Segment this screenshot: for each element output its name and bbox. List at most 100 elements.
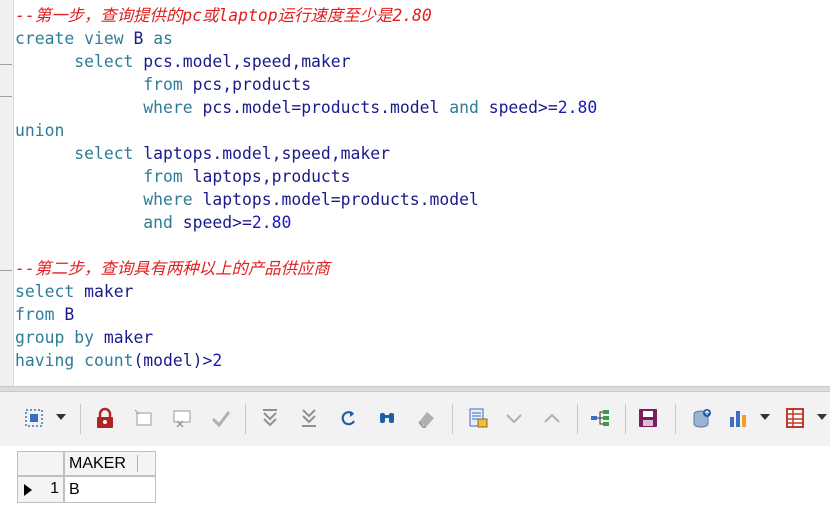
code-token: 2.80 [251,213,292,232]
code-token: pcs.model,speed,maker [133,52,351,71]
code-keyword: and [143,213,173,232]
code-line[interactable]: having count(model)>2 [15,349,597,372]
chevron-down-icon[interactable] [817,414,827,420]
sql-editor[interactable]: --第一步，查询提供的pc或laptop运行速度至少是2.80 create vi… [0,0,830,386]
code-keyword: from [143,75,183,94]
code-token: laptops.model,speed,maker [133,144,391,163]
current-row-icon [24,484,32,496]
fold-marker [0,64,12,65]
toolbar-separator [577,404,578,434]
clear-icon[interactable] [414,406,438,430]
code-line[interactable]: select maker [15,280,597,303]
code-comment: --第一步，查询提供的pc或laptop运行速度至少是2.80 [15,6,432,25]
code-keyword: and [449,98,479,117]
row-number: 1 [50,480,59,497]
grid-corner-header [17,451,64,476]
table-cell[interactable]: B [64,476,156,503]
table-icon[interactable] [783,406,807,430]
code-keyword: by [74,328,94,347]
code-keyword: where [143,98,193,117]
refresh-icon[interactable] [336,406,360,430]
code-token: 2.80 [557,98,598,117]
move-down-icon[interactable] [258,406,282,430]
code-token: speed>= [172,213,252,232]
code-keyword: as [153,29,173,48]
code-token: maker [93,328,154,347]
lock-icon[interactable] [93,406,117,430]
row-indicator[interactable]: 1 [17,476,64,503]
code-line[interactable]: select laptops.model,speed,maker [15,142,597,165]
code-token: pcs,products [182,75,312,94]
code-keyword: view [84,29,124,48]
code-line[interactable] [15,234,597,257]
code-area[interactable]: --第一步，查询提供的pc或laptop运行速度至少是2.80 create vi… [15,4,597,372]
code-line[interactable]: create view B as [15,27,597,50]
code-comment: --第二步，查询具有两种以上的产品供应商 [15,259,330,278]
code-line[interactable]: from pcs,products [15,73,597,96]
code-token: laptops.model=products.model [192,190,479,209]
find-icon[interactable] [375,406,399,430]
database-icon[interactable] [690,406,714,430]
code-line[interactable]: and speed>=2.80 [15,211,597,234]
move-bottom-icon[interactable] [297,406,321,430]
code-token: speed>= [478,98,558,117]
code-token: B [54,305,75,324]
code-token: (model)> [133,351,213,370]
column-header-label: MAKER [69,455,126,472]
code-line[interactable]: from laptops,products [15,165,597,188]
fold-marker [0,270,12,271]
select-icon[interactable] [22,406,46,430]
code-keyword: union [15,121,65,140]
code-token: laptops,products [182,167,351,186]
sort-desc-icon[interactable] [502,406,526,430]
confirm-icon[interactable] [209,406,233,430]
code-token: maker [74,282,134,301]
chart-icon[interactable] [726,406,750,430]
toolbar-separator [245,404,246,434]
code-token: pcs.model=products.model [192,98,450,117]
code-line[interactable]: group by maker [15,326,597,349]
chevron-down-icon[interactable] [56,414,66,420]
code-line[interactable]: where laptops.model=products.model [15,188,597,211]
new-record-icon[interactable] [132,406,156,430]
code-keyword: having [15,351,75,370]
code-keyword: select [74,144,134,163]
result-grid[interactable]: MAKER 1 B [0,448,830,509]
code-line[interactable]: select pcs.model,speed,maker [15,50,597,73]
code-keyword: from [143,167,183,186]
sort-asc-icon[interactable] [540,406,564,430]
code-keyword: group [15,328,65,347]
grid-view-icon[interactable] [466,406,490,430]
code-line[interactable]: where pcs.model=products.model and speed… [15,96,597,119]
code-keyword: select [15,282,75,301]
code-keyword: create [15,29,75,48]
code-keyword: where [143,190,193,209]
code-line[interactable]: from B [15,303,597,326]
code-keyword: from [15,305,55,324]
result-toolbar [0,392,830,446]
fold-marker [0,96,12,97]
code-token: B [123,29,154,48]
delete-record-icon[interactable] [170,406,194,430]
code-line[interactable]: --第一步，查询提供的pc或laptop运行速度至少是2.80 [15,4,597,27]
column-header-maker[interactable]: MAKER [64,451,156,476]
code-keyword: select [74,52,134,71]
code-line[interactable]: --第二步，查询具有两种以上的产品供应商 [15,257,597,280]
save-icon[interactable] [636,406,660,430]
code-line[interactable]: union [15,119,597,142]
toolbar-separator [625,404,626,434]
tree-icon[interactable] [588,406,612,430]
editor-gutter [0,0,14,386]
column-filter-button[interactable] [137,455,152,472]
chevron-down-icon[interactable] [760,414,770,420]
toolbar-separator [80,404,81,434]
code-token: 2 [212,351,223,370]
